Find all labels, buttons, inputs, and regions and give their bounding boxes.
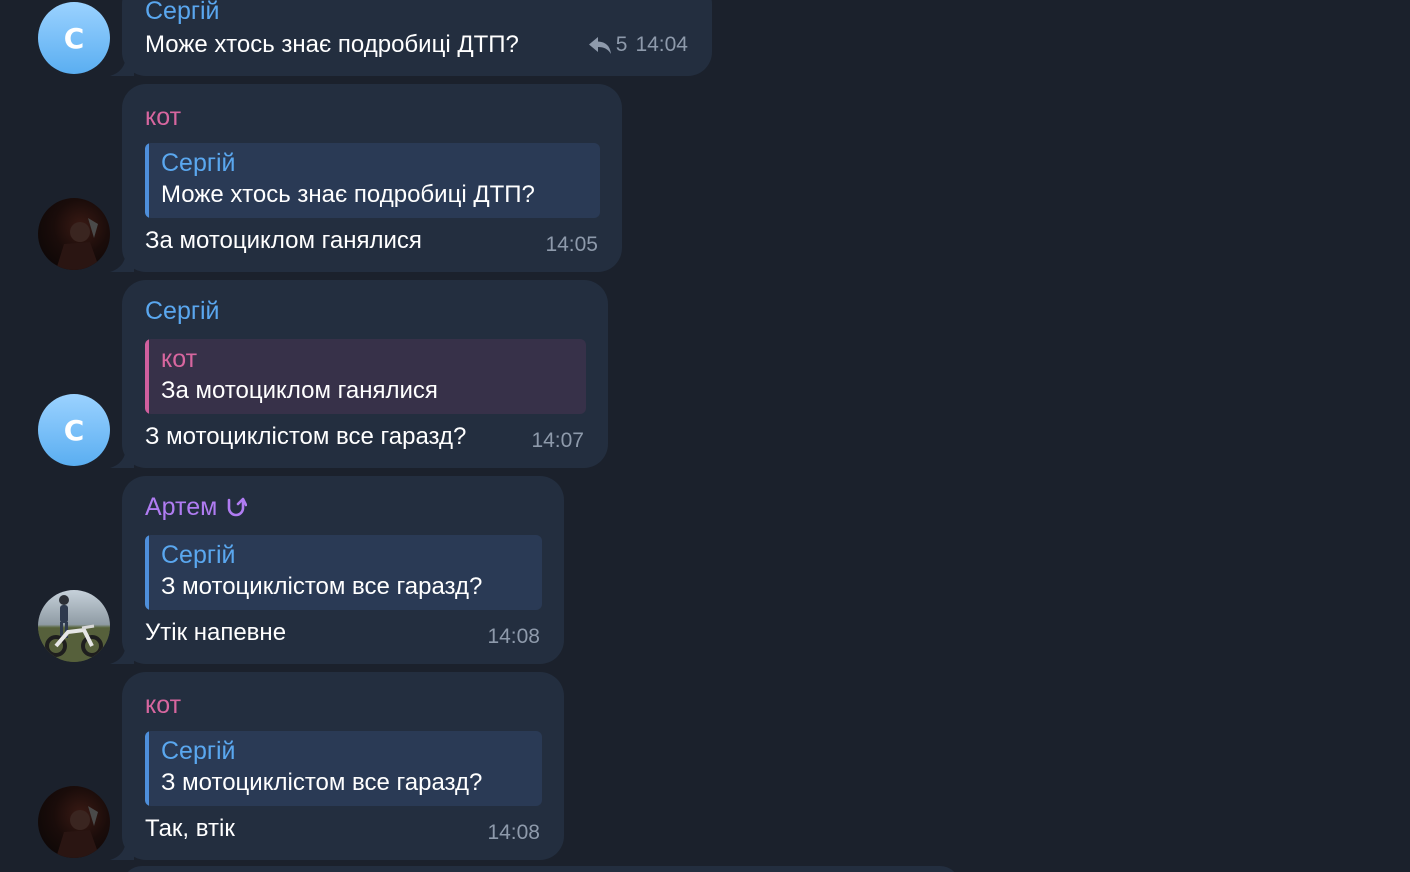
message-time: 14:04 [635, 33, 688, 56]
avatar[interactable] [38, 786, 110, 858]
message-time: 14:08 [487, 821, 540, 844]
sender-name[interactable]: Артем [145, 492, 248, 522]
avatar-letter: С [63, 413, 85, 447]
bubble-tail [110, 250, 134, 272]
dark-photo-avatar-icon [56, 806, 100, 858]
refresh-badge-icon [227, 497, 248, 517]
motorcycle-photo-avatar-icon [38, 595, 110, 662]
quote-text: З мотоциклістом все гаразд? [161, 769, 483, 796]
message-time: 14:07 [531, 429, 584, 452]
avatar[interactable]: С [38, 394, 110, 466]
bubble-tail [110, 838, 134, 860]
quote-text: Може хтось знає подробиці ДТП? [161, 181, 535, 208]
message-text: Утік напевне [145, 619, 287, 646]
quote-sender: Сергій [161, 541, 236, 569]
sender-name[interactable]: кот [145, 102, 181, 132]
reply-quote[interactable]: Сергій Може хтось знає подробиці ДТП? [145, 143, 600, 218]
reply-count: 5 [615, 33, 628, 56]
quote-text: З мотоциклістом все гаразд? [161, 573, 483, 600]
sender-name[interactable]: кот [145, 690, 181, 720]
reply-info[interactable]: 5 14:04 [588, 33, 688, 57]
reply-quote[interactable]: кот За мотоциклом ганялися [145, 339, 586, 414]
avatar-letter: С [63, 21, 85, 55]
quote-sender: Сергій [161, 737, 236, 765]
quote-text: За мотоциклом ганялися [161, 377, 438, 404]
chat-messages-area[interactable]: Сергій Може хтось знає подробиці ДТП? 5 … [0, 0, 1410, 872]
bubble-tail [110, 446, 134, 468]
avatar[interactable] [38, 590, 110, 662]
reply-quote[interactable]: Сергій З мотоциклістом все гаразд? [145, 731, 542, 806]
reply-quote[interactable]: Сергій З мотоциклістом все гаразд? [145, 535, 542, 610]
message-bubble[interactable]: кот Сергій Може хтось знає подробиці ДТП… [122, 84, 622, 272]
quote-sender: кот [161, 345, 198, 373]
bubble-tail [110, 642, 134, 664]
quote-sender: Сергій [161, 149, 236, 177]
bubble-tail [110, 54, 134, 76]
message-bubble[interactable]: Сергій кот За мотоциклом ганялися З мото… [122, 280, 608, 468]
message-bubble[interactable]: Артем Сергій З мотоциклістом все гаразд?… [122, 476, 564, 664]
message-bubble-partial[interactable] [122, 866, 960, 872]
message-time: 14:05 [545, 233, 598, 256]
message-text: Може хтось знає подробиці ДТП? [145, 31, 519, 58]
reply-arrow-icon [588, 37, 611, 54]
message-bubble[interactable]: Сергій Може хтось знає подробиці ДТП? 5 … [122, 0, 712, 76]
avatar[interactable]: С [38, 2, 110, 74]
message-text: За мотоциклом ганялися [145, 227, 422, 254]
avatar[interactable] [38, 198, 110, 270]
message-bubble[interactable]: кот Сергій З мотоциклістом все гаразд? Т… [122, 672, 564, 860]
message-text: Так, втік [145, 815, 235, 842]
sender-name[interactable]: Сергій [145, 296, 220, 326]
sender-name-text: Артем [145, 493, 218, 521]
message-time: 14:08 [487, 625, 540, 648]
message-text: З мотоциклістом все гаразд? [145, 423, 467, 450]
sender-name[interactable]: Сергій [145, 0, 220, 26]
dark-photo-avatar-icon [56, 218, 100, 270]
